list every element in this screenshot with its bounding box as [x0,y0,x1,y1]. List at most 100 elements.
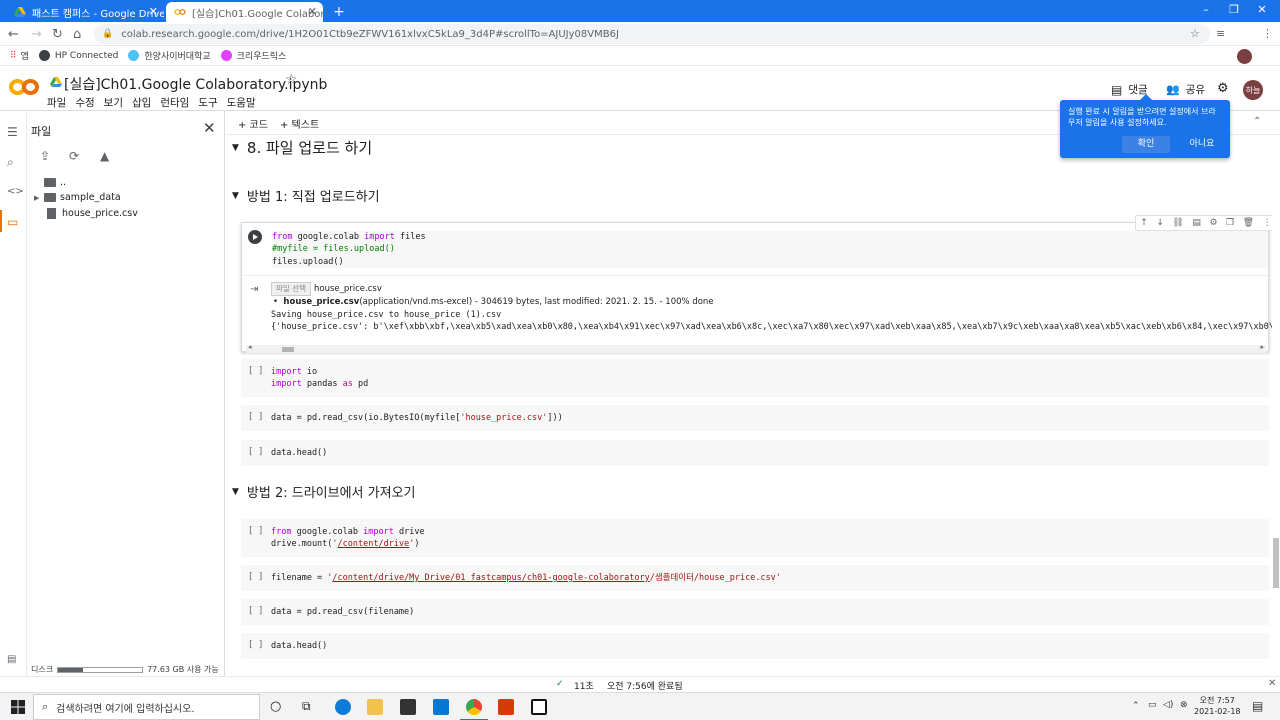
code-link[interactable]: /content/drive [338,539,410,549]
menu-help[interactable]: 도움말 [227,95,256,110]
caret-icon[interactable]: ▶ [34,194,44,202]
run-cell-button[interactable]: [ ] [248,640,263,650]
cortana-icon[interactable]: ○ [270,699,286,715]
share-button[interactable]: 👥 공유 [1166,82,1205,97]
confirm-button[interactable]: 확인 [1122,136,1170,153]
move-down-icon[interactable]: ↓ [1156,218,1164,228]
code-cell[interactable]: [ ] data = pd.read_csv(io.BytesIO(myfile… [241,405,1269,431]
scrollbar-thumb[interactable] [282,347,294,352]
bookmark-hanyang[interactable]: 한양사이버대학교 [128,49,211,62]
upload-file-icon[interactable]: ⇪ [40,149,50,163]
file-item-house-price[interactable]: house_price.csv [34,208,138,219]
reload-icon[interactable]: ↻ [52,27,63,42]
colab-logo-icon[interactable] [9,76,39,98]
scroll-left-icon[interactable]: ◂ [248,343,252,351]
collapse-triangle-icon[interactable]: ▼ [232,487,239,497]
menu-tools[interactable]: 도구 [198,95,217,110]
bookmark-hp[interactable]: HP Connected [38,50,118,61]
link-icon[interactable]: ⛓ [1172,218,1183,228]
run-cell-button[interactable]: [ ] [248,606,263,616]
restore-icon[interactable]: ❐ [1224,3,1244,16]
code-cell-upload[interactable]: ↑ ↓ ⛓ ▤ ⚙ ❐ 🗑 ⋮ from google.colab import… [241,215,1272,353]
minimize-icon[interactable]: – [1196,3,1216,16]
code-editor[interactable]: data = pd.read_csv(io.BytesIO(myfile['ho… [271,412,563,424]
scrollbar-thumb[interactable] [1273,538,1279,588]
completion-status[interactable]: 오전 7:56에 완료됨 [607,679,683,692]
menu-dots-icon[interactable]: ⋮ [1262,27,1273,40]
collapse-triangle-icon[interactable]: ▼ [232,191,239,201]
toc-icon[interactable]: ☰ [7,125,18,139]
code-editor[interactable]: filename = '/content/drive/My Drive/01_f… [271,572,781,584]
menu-runtime[interactable]: 런타임 [160,95,189,110]
tray-chevron-icon[interactable]: ⌃ [1132,701,1140,711]
run-cell-button[interactable]: [ ] [248,366,263,376]
settings-gear-icon[interactable]: ⚙ [1217,81,1229,96]
menu-view[interactable]: 보기 [104,95,123,110]
output-toggle-icon[interactable]: ⇥ [250,284,258,295]
task-view-icon[interactable]: ⧉ [302,699,318,715]
file-explorer-icon[interactable] [367,699,383,715]
run-cell-button[interactable]: [ ] [248,572,263,582]
bookmark-crowd[interactable]: 크리우드릭스 [220,49,286,62]
drive-icon[interactable] [50,76,62,88]
mount-drive-icon[interactable]: ▲ [100,149,109,163]
code-editor[interactable]: data = pd.read_csv(filename) [271,606,414,618]
code-editor[interactable]: data.head() [271,640,327,652]
add-text-button[interactable]: + 텍스트 [280,116,319,131]
move-up-icon[interactable]: ↑ [1140,218,1148,228]
menu-edit[interactable]: 수정 [75,95,94,110]
file-item-parent[interactable]: .. [34,177,66,188]
mail-icon[interactable] [433,699,449,715]
edge-icon[interactable] [335,699,351,715]
code-link[interactable]: /content/drive/My Drive/01_fastcampus/ch… [332,573,649,583]
search-icon[interactable]: ⌕ [7,155,14,170]
file-item-sample-data[interactable]: ▶ sample_data [34,192,121,203]
taskbar-search-input[interactable]: ⌕ 검색하려면 여기에 입력하십시오. [33,694,260,720]
star-icon[interactable]: ☆ [285,72,298,88]
collapse-triangle-icon[interactable]: ▼ [232,143,239,153]
home-icon[interactable]: ⌂ [73,27,81,42]
run-cell-button[interactable]: [ ] [248,447,263,457]
windows-start-icon[interactable] [10,699,26,715]
code-editor[interactable]: from google.colab import drive drive.mou… [271,526,425,551]
delete-icon[interactable]: 🗑 [1243,218,1254,228]
code-cell[interactable]: [ ] data = pd.read_csv(filename) [241,599,1269,625]
vertical-scrollbar[interactable] [1272,135,1280,676]
tab-close-icon[interactable]: ✕ [308,5,317,18]
menu-insert[interactable]: 삽입 [132,95,151,110]
office-icon[interactable] [498,699,514,715]
code-snippets-icon[interactable]: <> [7,186,24,197]
terminal-icon[interactable]: ▤ [7,654,16,665]
code-editor[interactable]: from google.colab import files #myfile =… [272,231,1268,268]
network-icon[interactable]: ▭ [1148,700,1157,710]
menu-file[interactable]: 파일 [47,95,66,110]
close-icon[interactable]: ✕ [1268,678,1276,689]
run-cell-button[interactable] [248,230,262,244]
refresh-folder-icon[interactable]: ⟳ [69,149,79,163]
forward-icon[interactable]: → [31,27,42,42]
back-icon[interactable]: ← [8,27,19,42]
new-tab-button[interactable]: + [330,2,348,22]
collapse-header-icon[interactable]: ⌃ [1253,116,1261,127]
tab-close-icon[interactable]: ✕ [149,5,158,18]
add-code-button[interactable]: + 코드 [238,116,268,131]
code-cell[interactable]: [ ] from google.colab import drive drive… [241,519,1269,557]
notifications-icon[interactable]: ▤ [1252,699,1263,713]
scroll-right-icon[interactable]: ▸ [1260,343,1264,351]
mirror-cell-icon[interactable]: ❐ [1226,218,1234,228]
store-icon[interactable] [400,699,416,715]
avatar[interactable]: 하늘 [1243,80,1263,100]
code-cell[interactable]: [ ] import io import pandas as pd [241,359,1269,397]
comment-icon[interactable]: ▤ [1192,218,1201,228]
url-input[interactable]: 🔒 colab.research.google.com/drive/1H2O01… [94,24,1210,44]
notion-icon[interactable] [531,699,547,715]
files-folder-icon[interactable]: ▭ [7,215,18,229]
reading-list-icon[interactable]: ≡ [1216,27,1225,40]
chrome-icon[interactable] [466,699,482,715]
language-icon[interactable]: ⊗ [1180,700,1188,710]
volume-icon[interactable]: ◁) [1163,700,1173,710]
choose-file-button[interactable]: 파일 선택 [271,282,311,297]
bookmark-star-icon[interactable]: ☆ [1190,27,1200,40]
cell-settings-icon[interactable]: ⚙ [1209,218,1217,228]
code-editor[interactable]: data.head() [271,447,327,459]
